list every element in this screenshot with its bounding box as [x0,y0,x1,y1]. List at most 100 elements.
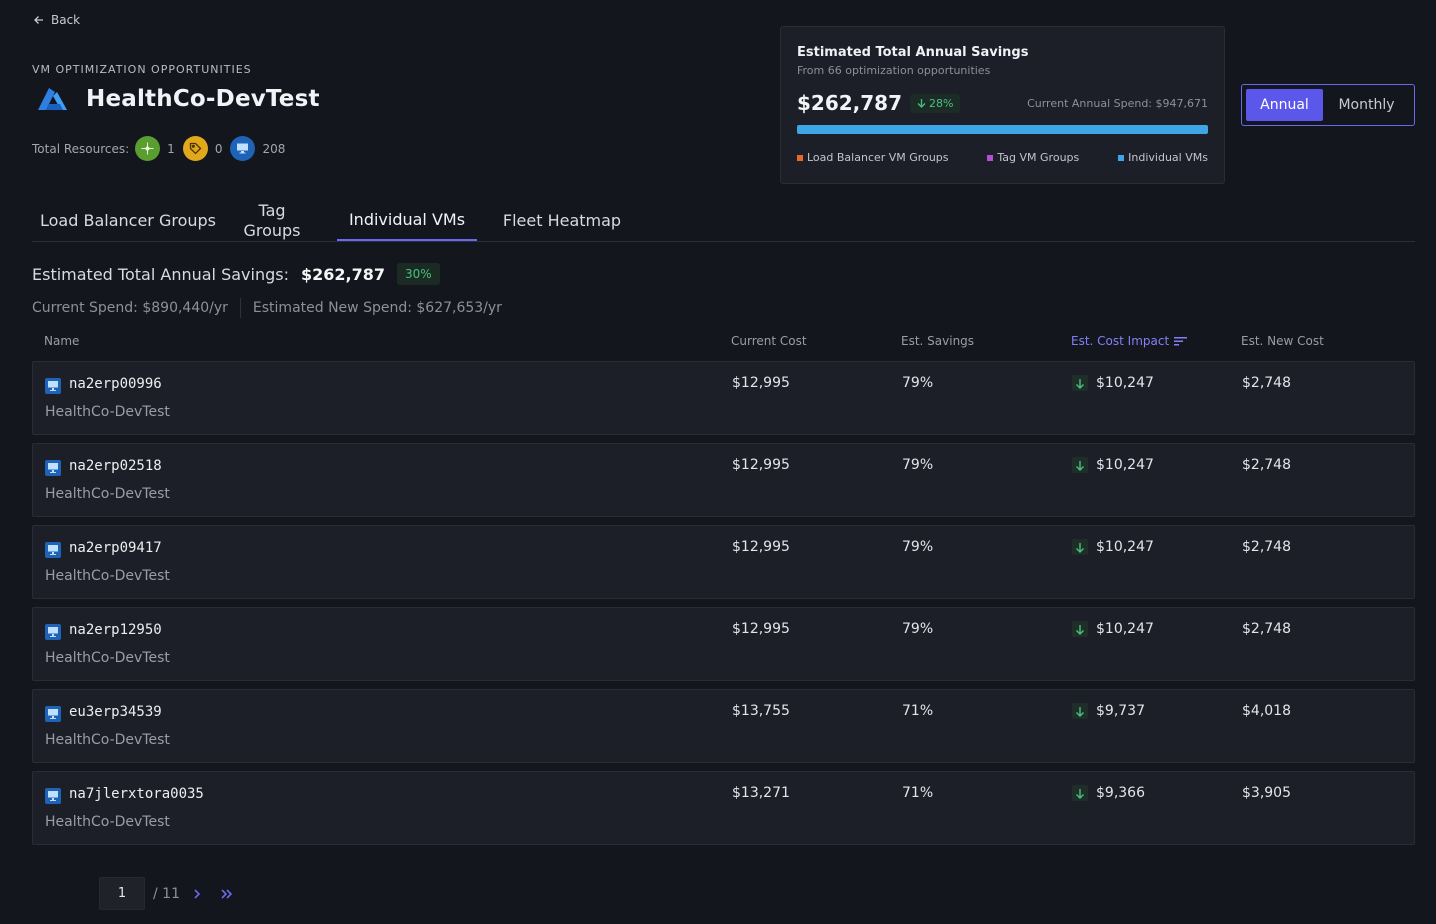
est-cost-impact-value: $10,247 [1096,621,1154,637]
vm-name[interactable]: na2erp00996 [69,376,162,392]
vm-name[interactable]: na2erp09417 [69,540,162,556]
tab-bar: Load Balancer Groups Tag Groups Individu… [32,200,1415,242]
annual-toggle-button[interactable]: Annual [1246,89,1323,121]
arrow-down-icon [1072,539,1088,555]
savings-summary-card: Estimated Total Annual Savings From 66 o… [780,26,1225,184]
est-new-cost-cell: $4,018 [1242,703,1291,719]
page-title: HealthCo-DevTest [86,86,320,112]
est-cost-impact-cell: $10,247 [1072,457,1154,473]
column-header-est-cost-impact[interactable]: Est. Cost Impact [1071,334,1188,348]
table-row[interactable]: na2erp02518 HealthCo-DevTest $12,995 79%… [32,443,1415,517]
est-new-cost-cell: $2,748 [1242,375,1291,391]
azure-logo-icon [38,88,67,110]
vm-icon [45,460,61,476]
table-row[interactable]: na2erp12950 HealthCo-DevTest $12,995 79%… [32,607,1415,681]
arrow-left-icon [34,16,43,24]
card-savings-value: $262,787 [797,91,903,115]
table-row[interactable]: na2erp00996 HealthCo-DevTest $12,995 79%… [32,361,1415,435]
est-cost-impact-value: $10,247 [1096,375,1154,391]
table-header: Name Current Cost Est. Savings Est. Cost… [32,334,1415,352]
current-cost-cell: $12,995 [732,457,790,473]
column-header-est-new-cost[interactable]: Est. New Cost [1241,334,1324,348]
back-link[interactable]: Back [33,13,80,27]
savings-breakdown-bar [797,125,1208,134]
tab-fleet-heatmap[interactable]: Fleet Heatmap [494,200,630,241]
vm-resource-group: HealthCo-DevTest [45,814,170,830]
est-new-cost-cell: $3,905 [1242,785,1291,801]
est-new-cost-cell: $2,748 [1242,539,1291,555]
vm-icon [45,624,61,640]
est-cost-impact-cell: $9,366 [1072,785,1145,801]
vm-name[interactable]: na2erp12950 [69,622,162,638]
page-header: HealthCo-DevTest [36,86,320,112]
est-cost-impact-value: $9,366 [1096,785,1145,801]
vm-name[interactable]: eu3erp34539 [69,704,162,720]
current-annual-spend: Current Annual Spend: $947,671 [1027,96,1208,110]
column-header-name[interactable]: Name [44,334,79,348]
tag-count: 0 [214,141,223,156]
current-cost-cell: $13,755 [732,703,790,719]
summary-value: $262,787 [300,264,385,284]
vm-name-cell: na2erp12950 [45,620,162,640]
vm-resource-group: HealthCo-DevTest [45,404,170,420]
vm-resource-group: HealthCo-DevTest [45,732,170,748]
page-number-input[interactable]: 1 [99,877,145,910]
est-cost-impact-cell: $10,247 [1072,621,1154,637]
table-row[interactable]: na7jlerxtora0035 HealthCo-DevTest $13,27… [32,771,1415,845]
column-header-current-cost[interactable]: Current Cost [731,334,807,348]
legend-item-load-balancer: Load Balancer VM Groups [797,151,949,164]
monthly-toggle-button[interactable]: Monthly [1323,89,1410,121]
vm-name[interactable]: na2erp02518 [69,458,162,474]
card-subtitle: From 66 optimization opportunities [797,64,991,77]
vm-icon [45,706,61,722]
double-chevron-right-icon [221,888,233,899]
legend-item-tag: Tag VM Groups [987,151,1079,164]
est-savings-cell: 79% [902,621,934,637]
tag-icon [182,136,208,161]
arrow-down-icon [1072,621,1088,637]
vm-name-cell: na2erp09417 [45,538,162,558]
section-label: VM OPTIMIZATION OPPORTUNITIES [32,63,252,76]
vm-name[interactable]: na7jlerxtora0035 [69,786,204,802]
vm-resource-group: HealthCo-DevTest [45,568,170,584]
est-cost-impact-cell: $10,247 [1072,539,1154,555]
savings-legend: Load Balancer VM Groups Tag VM Groups In… [797,151,1208,164]
est-savings-cell: 79% [902,375,934,391]
savings-change-badge: 28% [910,93,961,113]
last-page-button[interactable] [220,888,234,900]
arrow-down-icon [1072,457,1088,473]
vm-name-cell: na7jlerxtora0035 [45,784,204,804]
load-balancer-icon [135,136,161,161]
legend-item-individual: Individual VMs [1118,151,1208,164]
column-header-est-cost-impact-label: Est. Cost Impact [1071,334,1170,348]
tab-tag-groups[interactable]: Tag Groups [238,200,306,241]
vm-name-cell: eu3erp34539 [45,702,162,722]
summary-pct-badge: 30% [396,263,440,285]
total-resources: Total Resources: 1 0 208 [32,136,293,161]
est-new-cost-cell: $2,748 [1242,621,1291,637]
est-cost-impact-cell: $10,247 [1072,375,1154,391]
divider [239,298,241,318]
current-cost-cell: $12,995 [732,539,790,555]
pagination: 1 / 11 [99,877,234,910]
table-row[interactable]: na2erp09417 HealthCo-DevTest $12,995 79%… [32,525,1415,599]
vm-icon [230,136,256,161]
savings-change-value: 28% [929,96,954,110]
chevron-right-icon [194,888,201,899]
new-spend: Estimated New Spend: $627,653/yr [252,300,502,316]
arrow-down-icon [1072,703,1088,719]
est-cost-impact-value: $9,737 [1096,703,1145,719]
est-new-cost-cell: $2,748 [1242,457,1291,473]
est-savings-cell: 71% [902,703,934,719]
tab-load-balancer-groups[interactable]: Load Balancer Groups [32,200,224,241]
card-title: Estimated Total Annual Savings [797,45,1029,60]
est-savings-cell: 79% [902,457,934,473]
table-row[interactable]: eu3erp34539 HealthCo-DevTest $13,755 71%… [32,689,1415,763]
column-header-est-savings[interactable]: Est. Savings [901,334,974,348]
tab-individual-vms[interactable]: Individual VMs [337,200,477,241]
vm-name-cell: na2erp00996 [45,374,162,394]
next-page-button[interactable] [192,888,202,900]
arrow-down-icon [1072,785,1088,801]
page-total: / 11 [153,885,180,902]
est-cost-impact-cell: $9,737 [1072,703,1145,719]
